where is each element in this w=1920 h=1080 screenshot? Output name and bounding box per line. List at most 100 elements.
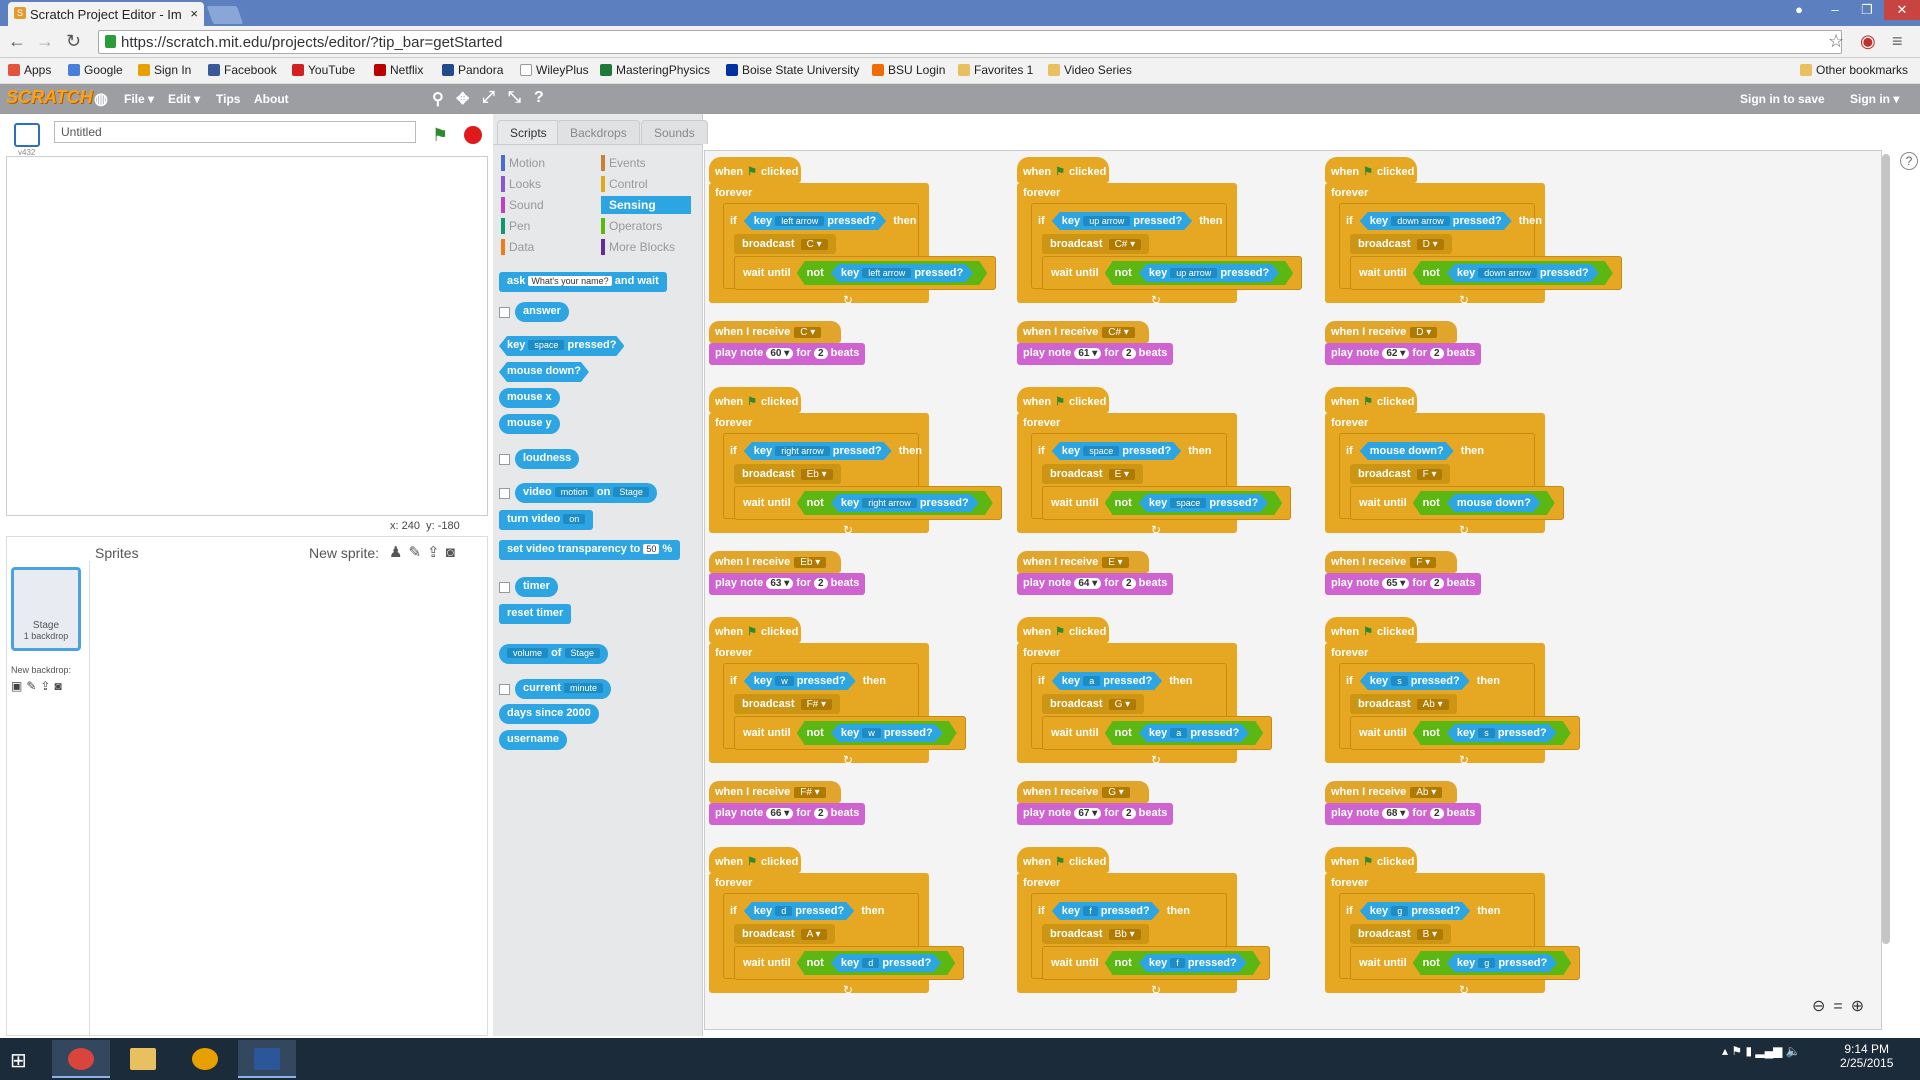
script-stack[interactable]: when ⚑ clicked forever if key left arrow p… [709, 157, 1029, 365]
script-stack[interactable]: when ⚑ clicked forever if key f pressed? t… [1017, 847, 1337, 1025]
wait-until-block[interactable]: wait until not key w pressed? [734, 716, 966, 750]
wait-until-block[interactable]: wait until not mouse down? [1350, 486, 1564, 520]
checkbox-current[interactable] [499, 684, 510, 695]
when-flag-clicked-block[interactable]: when ⚑ clicked [709, 617, 801, 643]
category-pen[interactable]: Pen [501, 217, 591, 235]
bookmark-favorites-folder[interactable]: Favorites 1 [958, 63, 1033, 77]
extension-icon[interactable]: ◉ [1860, 31, 1876, 52]
scripts-vertical-scrollbar[interactable] [1882, 154, 1890, 944]
bookmark-apps[interactable]: Apps [8, 63, 51, 77]
forever-block[interactable]: forever if key space pressed? then broad… [1017, 413, 1292, 537]
close-tab-icon[interactable]: × [190, 6, 198, 21]
play-note-block[interactable]: play note 61 ▾ for 2 beats [1017, 343, 1174, 365]
if-then-block[interactable]: if key g pressed? then broadcast B ▾ wait… [1339, 893, 1581, 980]
script-stack[interactable]: when ⚑ clicked forever if key g pressed? t… [1325, 847, 1645, 1025]
broadcast-block[interactable]: broadcast F ▾ [1350, 464, 1451, 484]
block-turn-video[interactable]: turn video on [499, 510, 594, 530]
bookmark-video-series-folder[interactable]: Video Series [1048, 63, 1132, 77]
tray-icons[interactable]: ▴ ⚑ ▮ ▂▄▆ 🔈 [1722, 1044, 1801, 1058]
broadcast-block[interactable]: broadcast A ▾ [734, 924, 835, 944]
grow-icon[interactable]: ⤢ [482, 89, 495, 107]
category-data[interactable]: Data [501, 238, 591, 256]
bookmark-wileyplus[interactable]: WileyPlus [520, 63, 589, 77]
wait-until-block[interactable]: wait until not key space pressed? [1042, 486, 1292, 520]
broadcast-block[interactable]: broadcast Ab ▾ [1350, 694, 1457, 714]
menu-edit[interactable]: Edit ▾ [168, 92, 200, 106]
menu-about[interactable]: About [254, 92, 289, 106]
block-current[interactable]: current minute [515, 679, 611, 699]
browser-tab[interactable]: S Scratch Project Editor - Im × [8, 2, 204, 26]
when-i-receive-block[interactable]: when I receive E ▾ [1017, 551, 1149, 573]
category-motion[interactable]: Motion [501, 154, 591, 172]
restore-icon[interactable]: ❐ [1852, 0, 1882, 20]
block-key-pressed[interactable]: key space pressed? [499, 336, 624, 356]
new-backdrop-icons[interactable]: ▣✎⇪◙ [11, 679, 66, 693]
if-then-block[interactable]: if key up arrow pressed? then broadcast C… [1031, 203, 1303, 290]
file-explorer-taskbar-icon[interactable] [114, 1040, 172, 1078]
checkbox-answer[interactable] [499, 307, 510, 318]
forever-block[interactable]: forever if key down arrow pressed? then … [1325, 183, 1622, 307]
if-then-block[interactable]: if key left arrow pressed? then broadcas… [723, 203, 997, 290]
play-note-block[interactable]: play note 66 ▾ for 2 beats [709, 803, 866, 825]
bookmark-masteringphysics[interactable]: MasteringPhysics [600, 63, 710, 77]
when-flag-clicked-block[interactable]: when ⚑ clicked [1325, 847, 1417, 873]
broadcast-block[interactable]: broadcast E ▾ [1042, 464, 1144, 484]
block-ask[interactable]: ask What's your name? and wait [499, 272, 667, 292]
bookmark-boise-state[interactable]: Boise State University [726, 63, 859, 77]
sign-in-menu[interactable]: Sign in ▾ [1850, 92, 1899, 106]
category-events[interactable]: Events [601, 154, 691, 172]
block-set-video-transparency[interactable]: set video transparency to 50 % [499, 540, 681, 560]
new-sprite-icons[interactable]: ♟✎⇪◙ [389, 543, 461, 561]
when-flag-clicked-block[interactable]: when ⚑ clicked [1017, 847, 1109, 873]
new-tab-button[interactable] [206, 6, 244, 24]
when-i-receive-block[interactable]: when I receive D ▾ [1325, 321, 1457, 343]
minimize-icon[interactable]: – [1820, 0, 1850, 20]
green-flag-icon[interactable]: ⚑ [432, 125, 448, 146]
menu-icon[interactable]: ≡ [1892, 31, 1903, 52]
script-stack[interactable]: when ⚑ clicked forever if mouse down? then… [1325, 387, 1645, 595]
word-taskbar-icon[interactable] [238, 1040, 296, 1078]
media-taskbar-icon[interactable] [176, 1040, 234, 1078]
when-flag-clicked-block[interactable]: when ⚑ clicked [1325, 157, 1417, 183]
block-timer[interactable]: timer [515, 577, 558, 597]
broadcast-block[interactable]: broadcast G ▾ [1042, 694, 1145, 714]
forever-block[interactable]: forever if key g pressed? then broadcast… [1325, 873, 1581, 997]
wait-until-block[interactable]: wait until not key g pressed? [1350, 946, 1581, 980]
project-title-input[interactable] [54, 121, 416, 143]
when-flag-clicked-block[interactable]: when ⚑ clicked [1325, 387, 1417, 413]
play-note-block[interactable]: play note 67 ▾ for 2 beats [1017, 803, 1174, 825]
if-then-block[interactable]: if mouse down? then broadcast F ▾ wait un… [1339, 433, 1564, 520]
other-bookmarks-folder[interactable]: Other bookmarks [1800, 63, 1908, 77]
tab-scripts[interactable]: Scripts [497, 120, 560, 144]
category-looks[interactable]: Looks [501, 175, 591, 193]
wait-until-block[interactable]: wait until not key down arrow pressed? [1350, 256, 1622, 290]
play-note-block[interactable]: play note 64 ▾ for 2 beats [1017, 573, 1174, 595]
block-reset-timer[interactable]: reset timer [499, 604, 572, 624]
bookmark-sign-in[interactable]: Sign In [138, 63, 191, 77]
when-flag-clicked-block[interactable]: when ⚑ clicked [709, 847, 801, 873]
bookmark-facebook[interactable]: Facebook [208, 63, 277, 77]
forever-block[interactable]: forever if key left arrow pressed? then … [709, 183, 997, 307]
clock[interactable]: 9:14 PM 2/25/2015 [1840, 1042, 1893, 1070]
menu-file[interactable]: File ▾ [124, 92, 154, 106]
user-icon[interactable]: ● [1784, 0, 1814, 20]
back-icon[interactable]: ← [8, 31, 26, 52]
scratch-logo[interactable]: SCRATCH [6, 87, 93, 108]
script-stack[interactable]: when ⚑ clicked forever if key space presse… [1017, 387, 1337, 595]
category-sound[interactable]: Sound [501, 196, 591, 214]
play-note-block[interactable]: play note 68 ▾ for 2 beats [1325, 803, 1482, 825]
help-icon[interactable]: ? [534, 89, 544, 107]
if-then-block[interactable]: if key right arrow pressed? then broadca… [723, 433, 1002, 520]
bookmark-netflix[interactable]: Netflix [374, 63, 423, 77]
when-flag-clicked-block[interactable]: when ⚑ clicked [709, 387, 801, 413]
checkbox-loudness[interactable] [499, 454, 510, 465]
broadcast-block[interactable]: broadcast F# ▾ [734, 694, 841, 714]
script-stack[interactable]: when ⚑ clicked forever if key down arrow p… [1325, 157, 1645, 365]
forever-block[interactable]: forever if key a pressed? then broadcast… [1017, 643, 1273, 767]
if-then-block[interactable]: if key space pressed? then broadcast E ▾ … [1031, 433, 1292, 520]
block-answer[interactable]: answer [515, 302, 569, 322]
script-stack[interactable]: when ⚑ clicked forever if key a pressed? t… [1017, 617, 1337, 825]
delete-icon[interactable]: ✥ [456, 89, 469, 109]
when-i-receive-block[interactable]: when I receive Ab ▾ [1325, 781, 1457, 803]
when-i-receive-block[interactable]: when I receive F ▾ [1325, 551, 1457, 573]
